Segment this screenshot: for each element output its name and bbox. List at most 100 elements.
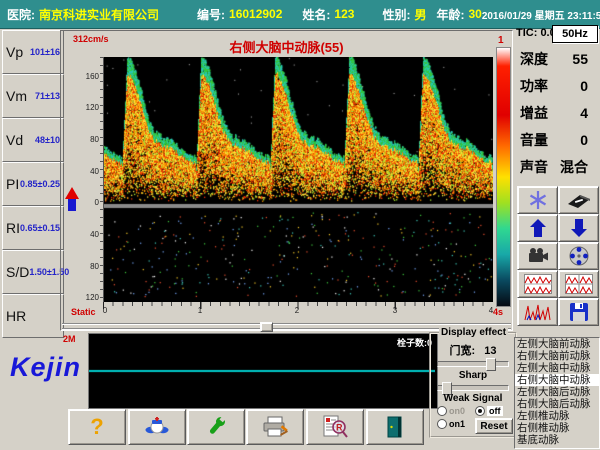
vessel-list-item[interactable]: 左侧大脑后动脉 — [515, 386, 599, 398]
print-button[interactable] — [246, 409, 304, 445]
time-span-label: 4s — [493, 307, 503, 317]
vessel-list-item[interactable]: 左侧大脑中动脉 — [515, 362, 599, 374]
gate-width-row: 门宽: 13 — [431, 342, 515, 358]
camera-icon — [526, 247, 550, 265]
y-tick: 160 — [69, 72, 99, 81]
y-tick: 80 — [69, 135, 99, 144]
measurement-box-vm: Vm 71±13 — [2, 74, 64, 118]
pi-label: PI — [6, 176, 19, 192]
spectrum-analysis-button[interactable] — [517, 298, 558, 326]
doppler-spectrum-display — [103, 57, 493, 302]
vessel-list-item[interactable]: 左侧椎动脉 — [515, 410, 599, 422]
report-review-button[interactable]: R — [306, 409, 364, 445]
vessel-list-item[interactable]: 右侧椎动脉 — [515, 422, 599, 434]
volume-label: 音量 — [520, 130, 548, 150]
sharp-slider[interactable] — [437, 385, 509, 391]
exit-button[interactable] — [366, 409, 424, 445]
param-row-sound: 声音 混合 — [516, 156, 598, 178]
weak-signal-label: Weak Signal — [431, 393, 515, 404]
vp-value: 101±16 — [30, 47, 60, 57]
radio-off-icon — [475, 406, 485, 416]
radio-on1[interactable]: on1 — [437, 419, 465, 429]
vessel-title: 右侧大脑中动脉(55) — [61, 37, 512, 56]
radio-off[interactable]: off — [475, 406, 503, 416]
splitter-handle[interactable] — [260, 322, 273, 332]
playback-button[interactable] — [558, 242, 599, 270]
record-video-button[interactable] — [517, 242, 558, 270]
help-button[interactable]: ? — [68, 409, 126, 445]
depth-value: 55 — [572, 51, 588, 67]
patient-id-value: 16012902 — [229, 7, 282, 21]
sex-value: 男 — [414, 6, 426, 23]
svg-text:R: R — [336, 423, 343, 433]
measurement-box-vp: Vp 101±16 — [2, 30, 64, 74]
intensity-colorbar — [496, 47, 511, 307]
save-button[interactable] — [558, 298, 599, 326]
x-tick: 0 — [103, 306, 107, 315]
splitter-groove — [62, 323, 511, 324]
reset-button[interactable]: Reset — [475, 418, 513, 434]
power-value: 0 — [580, 78, 588, 94]
gain-label: 增益 — [520, 103, 548, 123]
age-value: 30 — [468, 7, 481, 21]
radio-on0-icon — [437, 406, 447, 416]
radio-on1-icon — [437, 419, 447, 429]
gate-width-slider[interactable] — [437, 361, 509, 367]
time-axis: 0 1 2 3 4 — [103, 302, 492, 314]
param-row-power: 功率 0 — [516, 75, 598, 97]
sd-label: S/D — [6, 264, 29, 280]
down-arrow-icon — [570, 218, 588, 238]
ri-value: 0.65±0.15 — [20, 223, 60, 233]
freeze-button[interactable] — [517, 186, 558, 214]
scale-up-button[interactable] — [517, 214, 558, 242]
quad-trace-layout-button[interactable] — [558, 270, 599, 298]
sound-label: 声音 — [520, 157, 548, 177]
frequency-button[interactable]: 50Hz — [552, 25, 598, 43]
radio-on0-label: on0 — [449, 406, 465, 416]
patient-exam-button[interactable] — [128, 409, 186, 445]
up-arrow-icon — [529, 218, 547, 238]
radio-on0[interactable]: on0 — [437, 406, 465, 416]
y-tick: 80 — [69, 262, 99, 271]
patient-name-label: 姓名: — [302, 6, 330, 23]
scale-down-button[interactable] — [558, 214, 599, 242]
radio-off-label: off — [487, 406, 503, 416]
datetime-display: 2016/01/29 星期五 23:11:54 — [482, 7, 600, 22]
baseline-arrow-icon — [65, 187, 79, 199]
baseline-marker[interactable] — [65, 187, 81, 211]
measurement-box-ri: RI 0.65±0.15 — [2, 206, 64, 250]
x-tick: 3 — [393, 306, 397, 315]
exit-door-icon — [385, 415, 405, 439]
patient-name-value: 123 — [334, 7, 354, 21]
vp-label: Vp — [6, 44, 23, 60]
acquisition-status-label: Static — [71, 307, 96, 317]
tcd-application-window: 医院: 南京科进实业有限公司 编号: 16012902 姓名: 123 性别: … — [0, 0, 600, 450]
dual-trace-icon — [524, 274, 552, 294]
measurement-box-sd: S/D 1.50±1.50 — [2, 250, 64, 294]
y-tick: 120 — [69, 103, 99, 112]
spectrum-panel: 312cm/s 右侧大脑中动脉(55) 1 160 120 80 40 0 40… — [60, 30, 513, 331]
depth-label: 深度 — [520, 49, 548, 69]
patient-icon — [144, 416, 170, 438]
vessel-list-item[interactable]: 右侧大脑后动脉 — [515, 398, 599, 410]
vessel-list-item[interactable]: 右侧大脑中动脉 — [515, 374, 599, 386]
power-label: 功率 — [520, 76, 548, 96]
vessel-list-item[interactable]: 右侧大脑前动脉 — [515, 350, 599, 362]
brand-logo: Kejin — [10, 352, 81, 383]
vd-value: 48±10 — [35, 135, 60, 145]
volume-value: 0 — [580, 132, 588, 148]
vessel-list-item[interactable]: 基底动脉 — [515, 434, 599, 446]
x-tick: 1 — [198, 306, 202, 315]
vessel-list-item[interactable]: 左侧大脑前动脉 — [515, 338, 599, 350]
dual-trace-layout-button[interactable] — [517, 270, 558, 298]
film-reel-icon — [568, 245, 590, 267]
vm-value: 71±13 — [35, 91, 60, 101]
baseline-stem-icon — [68, 199, 76, 211]
vessel-list: 左侧大脑前动脉 右侧大脑前动脉 左侧大脑中动脉 右侧大脑中动脉 左侧大脑后动脉 … — [514, 337, 600, 449]
eject-probe-button[interactable] — [558, 186, 599, 214]
y-tick: 40 — [69, 230, 99, 239]
vm-label: Vm — [6, 88, 27, 104]
printer-icon — [261, 416, 289, 438]
settings-button[interactable] — [187, 409, 245, 445]
radio-on1-label: on1 — [449, 419, 465, 429]
